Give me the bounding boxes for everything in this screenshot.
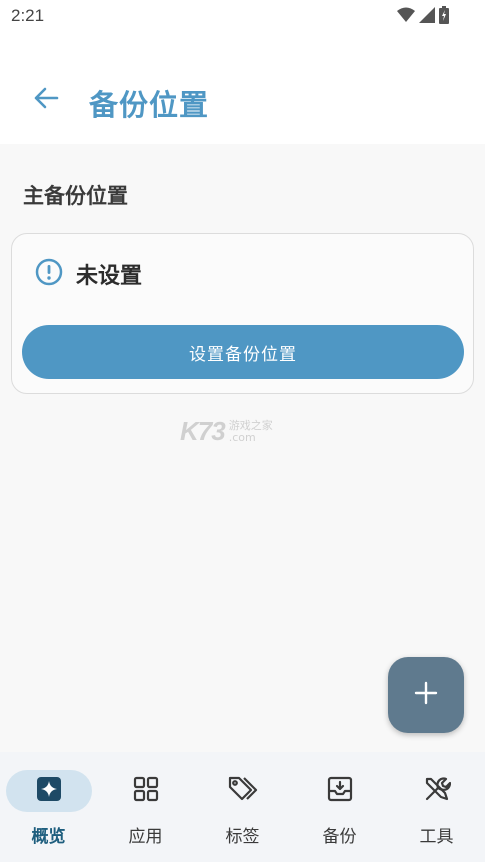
status-text: 未设置 [76, 264, 143, 289]
sparkle-icon [36, 776, 62, 806]
app-bar: 备份位置 [0, 32, 485, 144]
nav-pill-tags [200, 770, 286, 812]
nav-pill-overview [5, 770, 92, 812]
battery-icon [439, 6, 449, 28]
watermark-main: K73 [180, 416, 226, 446]
watermark-sub: 游戏之家 .com [228, 418, 273, 444]
arrow-left-icon [33, 86, 59, 114]
nav-item-backup[interactable]: 备份 [291, 770, 388, 847]
nav-item-tools[interactable]: 工具 [388, 770, 485, 847]
back-button[interactable] [26, 80, 66, 120]
section-title: 主备份位置 [23, 184, 128, 208]
nav-pill-backup [297, 770, 383, 812]
wifi-icon [397, 7, 415, 27]
nav-label-tools: 工具 [419, 827, 454, 847]
watermark-logo: K73 游戏之家 .com [180, 416, 273, 447]
signal-icon [419, 7, 435, 27]
backup-location-card: 未设置 设置备份位置 [11, 233, 474, 394]
nav-pill-tools [394, 770, 480, 812]
nav-pill-apps [103, 770, 189, 812]
page-title: 备份位置 [89, 88, 210, 122]
status-time: 2:21 [11, 6, 45, 25]
set-backup-location-button[interactable]: 设置备份位置 [22, 325, 464, 379]
archive-icon [327, 776, 353, 806]
apps-grid-icon [133, 776, 159, 806]
info-alert-icon [35, 258, 63, 290]
nav-label-apps: 应用 [128, 827, 163, 847]
nav-item-apps[interactable]: 应用 [97, 770, 194, 847]
tools-icon [423, 775, 451, 807]
tags-icon [228, 775, 258, 807]
nav-item-tags[interactable]: 标签 [194, 770, 291, 847]
watermark-sub-bottom: .com [228, 430, 256, 444]
plus-icon [414, 681, 438, 709]
nav-item-overview[interactable]: 概览 [0, 770, 97, 847]
watermark-sub-top: 游戏之家 [228, 418, 273, 432]
nav-label-overview: 概览 [31, 827, 66, 847]
add-fab-button[interactable] [388, 657, 464, 733]
status-bar: 2:21 [0, 0, 485, 32]
bottom-navigation: 概览 应用 标签 备份 工具 [0, 752, 485, 862]
nav-label-tags: 标签 [225, 827, 260, 847]
status-icons [397, 6, 449, 28]
nav-label-backup: 备份 [322, 827, 357, 847]
